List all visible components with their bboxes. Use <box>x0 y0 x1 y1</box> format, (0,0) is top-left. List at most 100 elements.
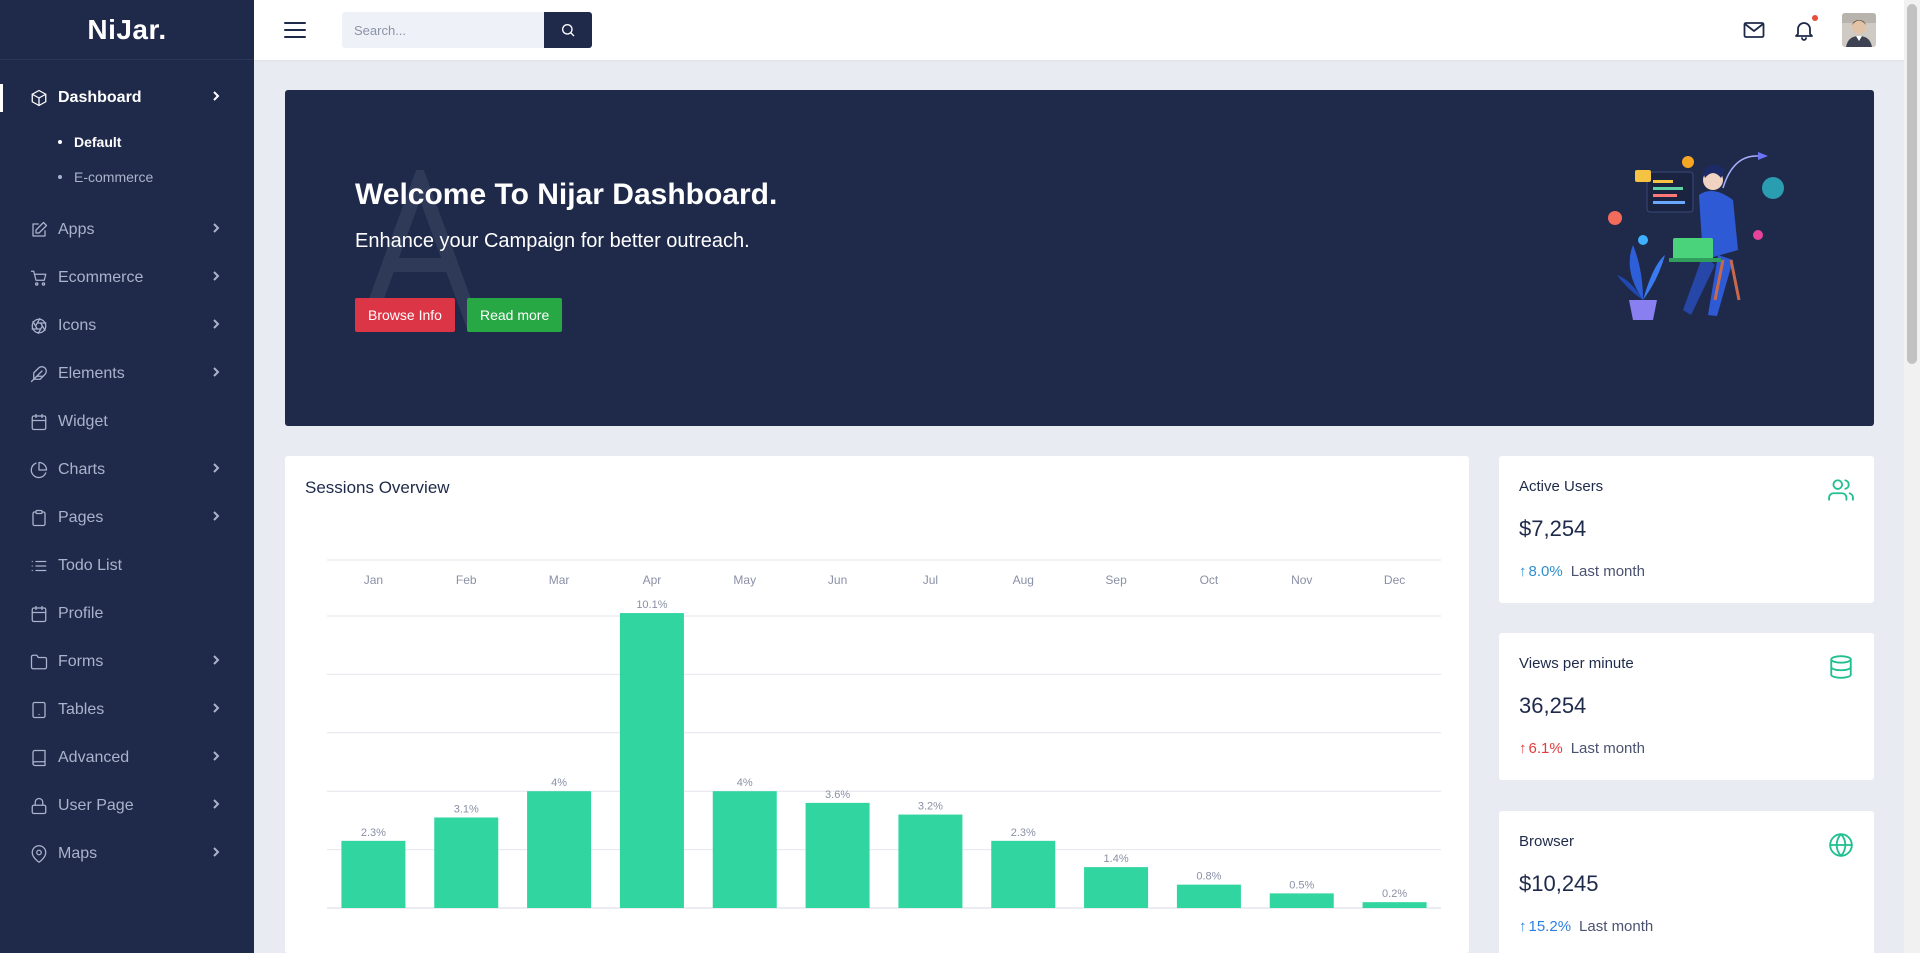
sidebar-item-label: Maps <box>58 845 98 862</box>
menu-toggle-icon[interactable] <box>284 22 306 38</box>
search-input[interactable] <box>342 12 544 48</box>
sidebar-subnav-dashboard: Default E-commerce <box>0 122 254 206</box>
chart-tick-label: Jul <box>923 573 938 587</box>
mail-icon[interactable] <box>1742 18 1766 42</box>
map-pin-icon <box>30 845 48 863</box>
banner-title: Welcome To Nijar Dashboard. <box>355 178 778 211</box>
sidebar-item-label: Profile <box>58 605 104 622</box>
sidebar-nav: Dashboard Default E-commerce Apps Ecommerce I… <box>0 60 254 878</box>
sidebar-item-forms[interactable]: Forms <box>0 638 254 686</box>
feather-icon <box>30 365 48 383</box>
trend-arrow-icon: ↑ <box>1519 740 1527 757</box>
sidebar-item-pages[interactable]: Pages <box>0 494 254 542</box>
sidebar-item-dashboard[interactable]: Dashboard <box>0 74 254 122</box>
sidebar-item-user-page[interactable]: User Page <box>0 782 254 830</box>
chart-tick-label: Jun <box>828 573 847 587</box>
chart-data-label: 3.6% <box>825 789 850 801</box>
chart-tick-label: Jan <box>364 573 383 587</box>
chart-data-label: 10.1% <box>636 599 667 611</box>
tablet-icon <box>30 701 48 719</box>
chart-data-label: 0.8% <box>1196 871 1221 883</box>
brand-logo[interactable]: NiJar. <box>0 0 254 60</box>
sidebar-item-icons[interactable]: Icons <box>0 302 254 350</box>
sidebar: NiJar. Dashboard Default E-commerce Apps Eco… <box>0 0 254 953</box>
chart-data-label: 4% <box>551 777 567 789</box>
chevron-right-icon <box>210 701 222 719</box>
stat-card-views-per-minute: Views per minute 36,254 ↑ 6.1% Last month <box>1499 633 1874 780</box>
sidebar-item-label: Pages <box>58 509 104 526</box>
chevron-right-icon <box>210 461 222 479</box>
users-icon <box>1828 477 1854 503</box>
topbar-actions <box>1742 13 1876 47</box>
chart-data-label: 0.5% <box>1289 879 1314 891</box>
trend-period: Last month <box>1570 740 1645 757</box>
sidebar-item-label: User Page <box>58 797 134 814</box>
clipboard-icon <box>30 509 48 527</box>
sidebar-item-maps[interactable]: Maps <box>0 830 254 878</box>
database-icon <box>1828 654 1854 680</box>
trend-percent: 6.1% <box>1528 740 1563 757</box>
bell-icon[interactable] <box>1792 15 1818 42</box>
chart-tick-label: Nov <box>1291 573 1312 587</box>
read-more-button[interactable]: Read more <box>467 298 563 332</box>
sidebar-item-label: Ecommerce <box>58 269 144 286</box>
developer-illustration <box>1608 152 1784 320</box>
browse-info-button[interactable]: Browse Info <box>355 298 455 332</box>
chart-data-label: 1.4% <box>1104 853 1129 865</box>
sidebar-item-label: Todo List <box>58 557 123 574</box>
sidebar-item-label: Elements <box>58 365 125 382</box>
avatar[interactable] <box>1842 13 1876 47</box>
sessions-overview-card: Sessions Overview Jan 2.3% Feb 3.1% Mar 4% Apr… <box>285 456 1469 953</box>
sidebar-subitem-default[interactable]: Default <box>58 124 254 159</box>
chart-data-label: 3.2% <box>918 801 943 813</box>
sidebar-item-elements[interactable]: Elements <box>0 350 254 398</box>
sidebar-item-widget[interactable]: Widget <box>0 398 254 446</box>
chart-tick-label: Dec <box>1384 573 1405 587</box>
sidebar-item-label: Tables <box>58 701 105 718</box>
banner-subtitle: Enhance your Campaign for better outreac… <box>355 230 750 252</box>
sidebar-item-tables[interactable]: Tables <box>0 686 254 734</box>
chart-bar <box>619 613 684 908</box>
topbar <box>254 0 1904 60</box>
sidebar-item-label: Widget <box>58 413 108 430</box>
stat-card-active-users: Active Users $7,254 ↑ 8.0% Last month <box>1499 456 1874 603</box>
sidebar-subitem-e-commerce[interactable]: E-commerce <box>58 159 254 194</box>
chart-data-label: 3.1% <box>454 803 479 815</box>
chart-bar <box>1176 884 1241 908</box>
chevron-right-icon <box>210 509 222 527</box>
trend-period: Last month <box>1579 918 1654 935</box>
sidebar-item-charts[interactable]: Charts <box>0 446 254 494</box>
sidebar-item-advanced[interactable]: Advanced <box>0 734 254 782</box>
page-scrollbar[interactable] <box>1904 0 1920 953</box>
chart-data-label: 0.2% <box>1382 888 1407 900</box>
chart-bar <box>991 840 1056 908</box>
sidebar-item-apps[interactable]: Apps <box>0 206 254 254</box>
search-box <box>342 12 592 48</box>
chart-data-label: 2.3% <box>1011 827 1036 839</box>
chevron-right-icon <box>210 749 222 767</box>
scrollbar-thumb[interactable] <box>1907 4 1917 364</box>
aperture-icon <box>30 317 48 335</box>
brand-logo-text: NiJar. <box>87 13 167 45</box>
chart-bar <box>434 817 499 908</box>
chevron-right-icon <box>210 317 222 335</box>
sidebar-item-ecommerce[interactable]: Ecommerce <box>0 254 254 302</box>
stat-trend: ↑ 6.1% Last month <box>1519 740 1645 757</box>
search-button[interactable] <box>544 12 592 48</box>
stat-value: $10,245 <box>1519 871 1599 896</box>
stat-trend: ↑ 15.2% Last month <box>1519 918 1653 935</box>
sidebar-item-todo-list[interactable]: Todo List <box>0 542 254 590</box>
chevron-right-icon <box>210 845 222 863</box>
book-icon <box>30 749 48 767</box>
folder-icon <box>30 653 48 671</box>
chart-tick-label: Sep <box>1105 573 1127 587</box>
sidebar-item-profile[interactable]: Profile <box>0 590 254 638</box>
stat-value: $7,254 <box>1519 516 1587 541</box>
sidebar-item-label: Charts <box>58 461 106 478</box>
chart-bar <box>805 802 870 908</box>
chart-bar <box>341 840 406 908</box>
chart-tick-label: May <box>733 573 756 587</box>
search-icon <box>562 24 575 37</box>
stat-title: Active Users <box>1519 478 1604 495</box>
trend-percent: 15.2% <box>1528 918 1572 935</box>
